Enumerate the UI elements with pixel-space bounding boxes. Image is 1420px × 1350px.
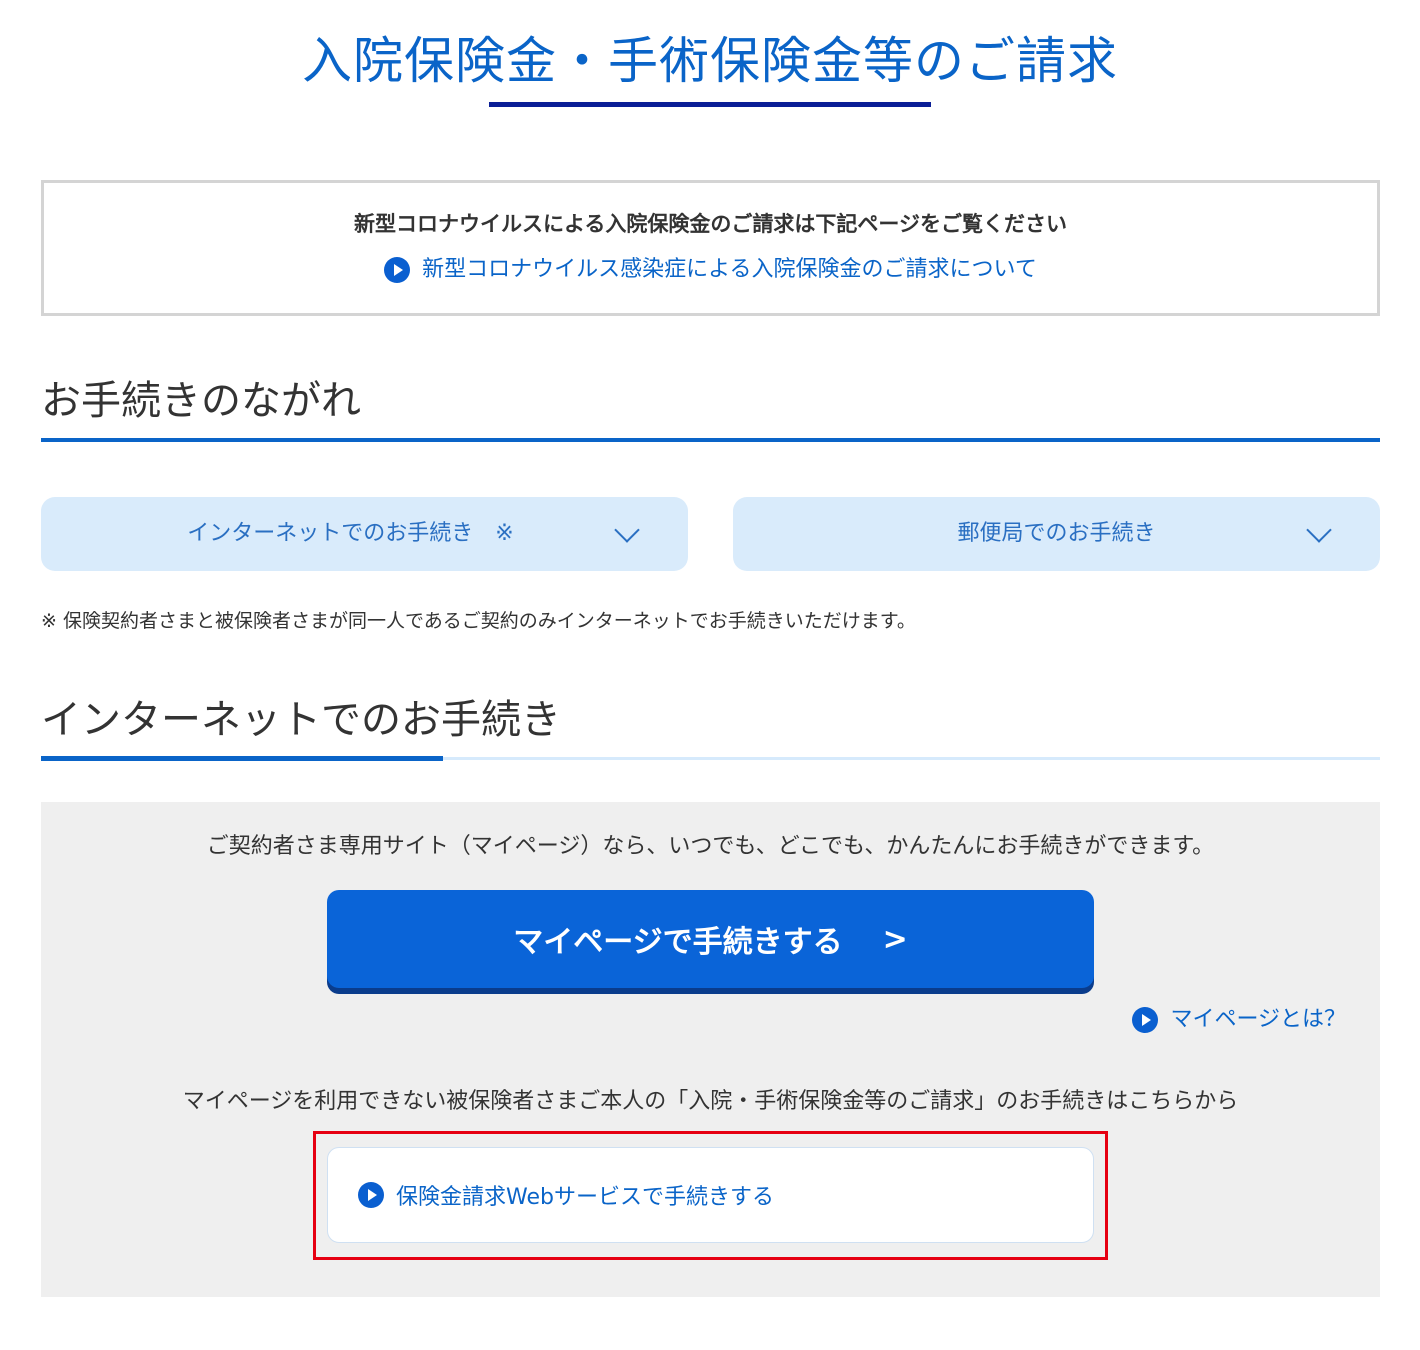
accordion-internet-procedure[interactable]: インターネットでのお手続き ※ — [41, 497, 688, 571]
mypage-about-label: マイページとは？ — [1170, 1007, 1346, 1032]
accordion-post-office-procedure[interactable]: 郵便局でのお手続き — [733, 497, 1380, 571]
web-service-procedure-link[interactable]: 保険金請求Webサービスで手続きする — [327, 1147, 1094, 1243]
play-circle-icon — [358, 1182, 384, 1208]
play-circle-icon — [1132, 1007, 1159, 1033]
internet-heading-underline-accent — [41, 756, 443, 761]
internet-eligibility-footnote: ※ 保険契約者さまと被保険者さまが同一人であるご契約のみインターネットでお手続き… — [41, 610, 916, 632]
title-underline — [489, 102, 931, 107]
mypage-button-label: マイページで手続きする — [513, 925, 843, 960]
covid-claim-link-label: 新型コロナウイルス感染症による入院保険金のご請求について — [422, 257, 1037, 282]
accordion-post-office-label: 郵便局でのお手続き — [957, 521, 1156, 546]
covid-claim-link[interactable]: 新型コロナウイルス感染症による入院保険金のご請求について — [44, 255, 1377, 285]
mypage-procedure-button[interactable]: マイページで手続きする > — [327, 890, 1094, 988]
chevron-right-icon: > — [882, 921, 908, 957]
accordion-internet-label: インターネットでのお手続き ※ — [187, 521, 514, 546]
mypage-lead-text: ご契約者さま専用サイト（マイページ）なら、いつでも、どこでも、かんたんにお手続き… — [206, 834, 1215, 859]
web-service-link-label: 保険金請求Webサービスで手続きする — [396, 1185, 774, 1210]
page-title: 入院保険金・手術保険金等のご請求 — [302, 32, 1118, 90]
mypage-about-link[interactable]: マイページとは？ — [1132, 1005, 1346, 1035]
web-service-note: マイページを利用できない被保険者さまご本人の「入院・手術保険金等のご請求」のお手… — [182, 1089, 1239, 1114]
covid-notice-text: 新型コロナウイルスによる入院保険金のご請求は下記ページをご覧ください — [354, 212, 1067, 236]
flow-heading-underline — [41, 438, 1380, 442]
flow-section-heading: お手続きのながれ — [41, 378, 361, 424]
internet-section-heading: インターネットでのお手続き — [41, 697, 561, 743]
covid-notice-box: 新型コロナウイルスによる入院保険金のご請求は下記ページをご覧ください 新型コロナ… — [41, 180, 1380, 316]
play-circle-icon — [384, 257, 411, 283]
